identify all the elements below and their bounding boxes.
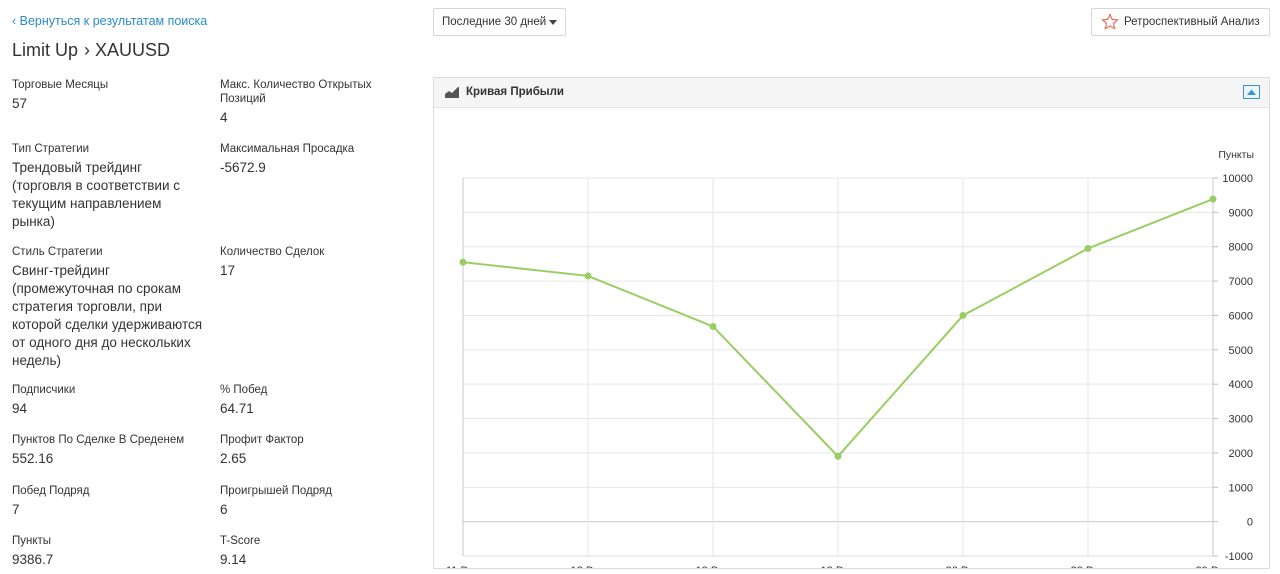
stat-strategy-type: Тип Стратегии Трендовый трейдинг (торгов… [12,142,212,231]
stat-value: 2.65 [220,451,247,466]
stat-label: Тип Стратегии [12,143,90,155]
data-point [459,258,467,266]
stat-label: Количество Сделок [220,246,325,258]
chart-header: Кривая Прибыли [434,78,1269,108]
y-axis-title: Пункты [1218,149,1254,161]
stat-value: 9.14 [220,552,247,567]
profit-curve-panel: Кривая Прибыли -1000 0 1000 2000 3000 4000 500… [433,77,1270,569]
period-select[interactable]: Последние 30 дней [433,8,566,36]
stat-value: 4 [220,110,228,125]
stat-trades-count: Количество Сделок 17 [220,245,420,280]
stat-label: Профит Фактор [220,434,304,446]
stat-subscribers: Подписчики 94 [12,383,212,418]
x-tick-label: 29 Dec [1196,565,1231,568]
stat-label: Торговые Месяцы [12,79,109,91]
strategy-name: Limit Up [12,40,79,60]
data-point [584,272,592,280]
y-tick-label: 6000 [1229,310,1253,322]
page-title: Limit Up › XAUUSD [12,40,170,61]
stat-avg-pips: Пунктов По Сделке В Среденем 552.16 [12,433,212,468]
stat-value: 9386.7 [12,552,54,567]
x-tick-label: 28 Dec [1071,565,1106,568]
x-tick-label: 11 Dec [446,565,481,568]
stat-loss-streak: Проигрышей Подряд 6 [220,484,420,519]
stat-strategy-style: Стиль Стратегии Свинг-трейдинг (промежут… [12,245,212,370]
stat-label: Максимальная Просадка [220,143,355,155]
stat-value: -5672.9 [220,160,266,175]
y-tick-label: 10000 [1222,173,1253,185]
caret-down-icon [549,20,557,25]
stat-value: Свинг-трейдинг (промежуточная по срокам … [12,263,203,368]
stat-value: 7 [12,502,20,517]
stat-max-open-positions: Макс. Количество Открытых Позиций 4 [220,78,390,127]
star-icon [1101,13,1119,34]
y-tick-label: 0 [1247,517,1253,529]
stat-win-percent: % Побед 64.71 [220,383,420,418]
y-tick-label: 5000 [1229,345,1253,357]
x-tick-label: 18 Dec [821,565,856,568]
stat-label: Подписчики [12,384,76,396]
y-tick-label: 7000 [1229,276,1253,288]
retro-analysis-button[interactable]: Ретроспективный Анализ [1091,8,1270,36]
stat-win-streak: Побед Подряд 7 [12,484,212,519]
stat-label: % Побед [220,384,268,396]
stat-profit-factor: Профит Фактор 2.65 [220,433,420,468]
stat-t-score: T-Score 9.14 [220,534,420,569]
retro-analysis-label: Ретроспективный Анализ [1124,16,1260,28]
stat-label: Побед Подряд [12,485,90,497]
profit-curve-chart: -1000 0 1000 2000 3000 4000 5000 6000 7000 8000 90… [446,149,1254,568]
back-link[interactable]: ‹ Вернуться к результатам поиска [12,14,207,28]
stat-label: T-Score [220,535,261,547]
y-tick-label: 4000 [1229,379,1253,391]
x-tick-label: 12 Dec [571,565,606,568]
data-point [709,322,717,330]
stat-value: Трендовый трейдинг (торговля в соответст… [12,160,181,229]
stat-label: Пунктов По Сделке В Среденем [12,434,185,446]
x-tick-label: 26 Dec [946,565,981,568]
stat-label: Пункты [12,535,52,547]
expand-icon[interactable] [1243,85,1260,104]
stat-value: 17 [220,263,236,278]
data-point [834,452,842,460]
stat-label: Стиль Стратегии [12,246,103,258]
stat-value: 64.71 [220,401,254,416]
y-tick-label: 8000 [1229,242,1253,254]
y-tick-label: -1000 [1225,551,1253,563]
stat-pips: Пункты 9386.7 [12,534,212,569]
symbol-name: › XAUUSD [84,40,171,60]
y-tick-label: 2000 [1229,448,1253,460]
y-tick-label: 3000 [1229,414,1253,426]
chart-title: Кривая Прибыли [466,86,564,98]
area-chart-icon [444,85,460,104]
data-point [1209,195,1217,203]
stat-max-drawdown: Максимальная Просадка -5672.9 [220,142,420,177]
stat-label: Проигрышей Подряд [220,485,332,497]
stat-value: 552.16 [12,451,54,466]
period-select-value: Последние 30 дней [442,16,547,28]
stat-value: 94 [12,401,28,416]
y-tick-label: 1000 [1229,482,1253,494]
stat-trading-months: Торговые Месяцы 57 [12,78,212,113]
stat-value: 57 [12,96,28,111]
y-tick-label: 9000 [1229,207,1253,219]
stat-label: Макс. Количество Открытых Позиций [220,79,372,105]
x-tick-label: 13 Dec [696,565,731,568]
data-point [959,311,967,319]
data-point [1084,244,1092,252]
stat-value: 6 [220,502,228,517]
